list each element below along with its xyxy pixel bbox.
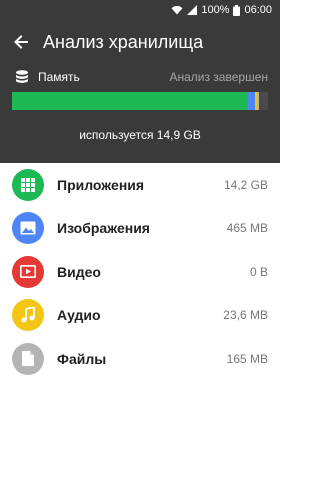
battery-percentage: 100%: [201, 4, 230, 16]
category-name: Аудио: [57, 307, 101, 324]
arrow-left-icon[interactable]: [11, 32, 31, 52]
app-bar: Анализ хранилища: [0, 20, 280, 64]
category-name: Изображения: [57, 220, 150, 237]
database-icon: [14, 69, 30, 85]
category-size: 14,2 GB: [223, 177, 268, 192]
usage-segment-apps: [12, 92, 248, 110]
video-play-icon: [12, 255, 44, 288]
file-icon: [12, 342, 44, 375]
category-item[interactable]: Изображения 465 MB: [0, 207, 280, 251]
usage-segment-files: [256, 92, 260, 110]
storage-label: Память: [38, 70, 80, 84]
apps-grid-icon: [12, 168, 44, 201]
analysis-status: Анализ завершен: [169, 70, 268, 84]
signal-icon: [187, 5, 198, 15]
category-size: 23,6 MB: [223, 308, 268, 323]
storage-usage-bar: [12, 92, 268, 110]
category-item[interactable]: Приложения 14,2 GB: [0, 163, 280, 207]
category-size: 0 B: [249, 264, 268, 279]
page-title: Анализ хранилища: [43, 31, 204, 52]
category-item[interactable]: Аудио 23,6 MB: [0, 294, 280, 338]
clock: 06:00: [244, 4, 272, 16]
category-size: 465 MB: [226, 221, 268, 236]
wifi-icon: [171, 5, 183, 15]
category-size: 165 MB: [226, 351, 268, 366]
music-note-icon: [12, 299, 44, 332]
usage-segment-images: [247, 92, 256, 110]
category-name: Файлы: [57, 350, 107, 367]
image-icon: [12, 212, 44, 245]
category-name: Видео: [57, 263, 101, 280]
status-bar: 100% 06:00: [0, 0, 280, 20]
used-space-text: используется 14,9 GB: [79, 128, 201, 142]
category-name: Приложения: [57, 176, 145, 193]
storage-summary: Память Анализ завершен используется 14,9…: [0, 64, 280, 163]
category-item[interactable]: Файлы 165 MB: [0, 337, 280, 381]
category-item[interactable]: Видео 0 B: [0, 250, 280, 294]
category-list: Приложения 14,2 GB Изображения 465 MB Видео 0…: [0, 163, 280, 381]
battery-icon: [233, 4, 241, 16]
